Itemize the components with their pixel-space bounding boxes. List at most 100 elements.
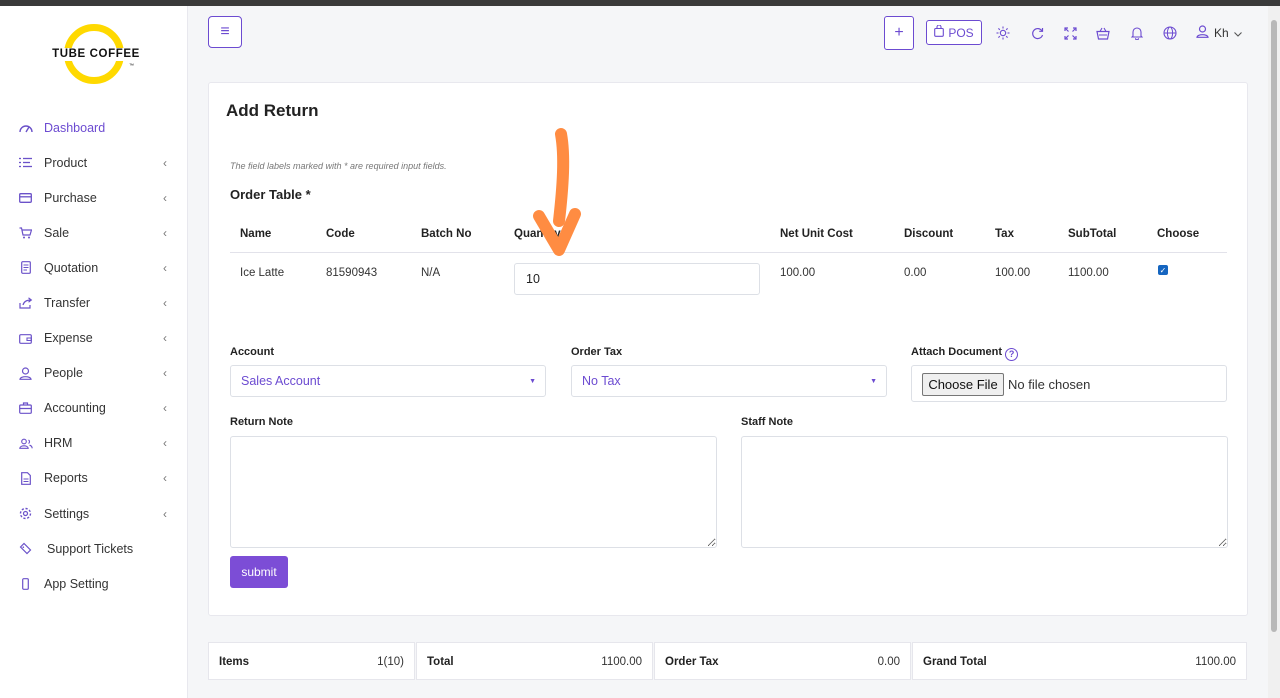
sidebar: TUBE COFFEE ™ Dashboard Product ‹ Purcha… bbox=[0, 6, 188, 698]
sidebar-item-people[interactable]: People ‹ bbox=[0, 356, 188, 391]
scrollbar-thumb[interactable] bbox=[1271, 20, 1277, 632]
attach-document-text: Attach Document bbox=[911, 346, 1003, 358]
user-menu[interactable]: Kh bbox=[1196, 25, 1242, 41]
account-select[interactable]: Sales Account ▼ bbox=[230, 365, 546, 397]
sidebar-toggle-button[interactable]: ≡ bbox=[208, 16, 242, 48]
sidebar-item-product[interactable]: Product ‹ bbox=[0, 145, 188, 180]
sidebar-item-reports[interactable]: Reports ‹ bbox=[0, 461, 188, 496]
cell-code: 81590943 bbox=[326, 267, 378, 279]
cell-discount: 0.00 bbox=[904, 267, 927, 279]
chevron-left-icon: ‹ bbox=[163, 471, 167, 486]
chevron-down-icon bbox=[1233, 26, 1242, 40]
choose-checkbox[interactable]: ✓ bbox=[1158, 265, 1168, 275]
cell-name: Ice Latte bbox=[240, 267, 285, 279]
submit-button[interactable]: submit bbox=[230, 556, 288, 588]
sidebar-item-label: Dashboard bbox=[44, 120, 106, 135]
pos-button-label: POS bbox=[948, 25, 974, 40]
sidebar-item-accounting[interactable]: Accounting ‹ bbox=[0, 391, 188, 426]
sidebar-item-support-tickets[interactable]: Support Tickets bbox=[0, 531, 188, 566]
summary-total: Total 1100.00 bbox=[416, 642, 653, 680]
gear-icon bbox=[18, 506, 33, 521]
basket-icon[interactable] bbox=[1094, 24, 1112, 42]
column-header-subtotal: SubTotal bbox=[1068, 228, 1117, 240]
cart-icon bbox=[18, 225, 33, 240]
sidebar-item-app-setting[interactable]: App Setting bbox=[0, 566, 188, 601]
order-tax-select[interactable]: No Tax ▼ bbox=[571, 365, 887, 397]
return-note-textarea[interactable] bbox=[230, 436, 717, 548]
main-content: ≡ + POS Kh Add Return The field labels m… bbox=[188, 6, 1268, 698]
sidebar-item-dashboard[interactable]: Dashboard bbox=[0, 110, 188, 145]
sidebar-item-purchase[interactable]: Purchase ‹ bbox=[0, 180, 188, 215]
summary-order-tax-value: 0.00 bbox=[877, 656, 900, 668]
summary-bar: Items 1(10) Total 1100.00 Order Tax 0.00… bbox=[208, 642, 1248, 680]
attach-document-label: Attach Document? bbox=[911, 346, 1019, 361]
table-row: Ice Latte 81590943 N/A 100.00 0.00 100.0… bbox=[230, 253, 1227, 295]
theme-sun-icon[interactable] bbox=[994, 24, 1012, 42]
sidebar-nav: Dashboard Product ‹ Purchase ‹ Sale ‹ Qu… bbox=[0, 110, 188, 601]
summary-grand-total-value: 1100.00 bbox=[1195, 656, 1236, 668]
sidebar-item-label: HRM bbox=[44, 436, 73, 451]
cell-subtotal: 1100.00 bbox=[1068, 267, 1109, 279]
chevron-left-icon: ‹ bbox=[163, 190, 167, 205]
phone-icon bbox=[18, 576, 33, 591]
order-tax-label: Order Tax bbox=[571, 346, 623, 358]
sidebar-item-sale[interactable]: Sale ‹ bbox=[0, 215, 188, 250]
ticket-icon bbox=[18, 541, 33, 556]
page-title: Add Return bbox=[226, 101, 319, 120]
return-note-label: Return Note bbox=[230, 416, 293, 428]
refresh-icon[interactable] bbox=[1028, 24, 1046, 42]
hamburger-icon: ≡ bbox=[220, 23, 230, 40]
summary-total-value: 1100.00 bbox=[601, 656, 642, 668]
dashboard-icon bbox=[18, 120, 33, 135]
help-icon[interactable]: ? bbox=[1005, 347, 1019, 361]
scrollbar[interactable] bbox=[1268, 6, 1280, 698]
choose-file-button[interactable]: Choose File bbox=[922, 373, 1004, 396]
globe-icon[interactable] bbox=[1161, 24, 1179, 42]
no-file-text: No file chosen bbox=[1008, 377, 1091, 392]
report-icon bbox=[18, 471, 33, 486]
cell-tax: 100.00 bbox=[995, 267, 1031, 279]
staff-note-label: Staff Note bbox=[741, 416, 793, 428]
briefcase-icon bbox=[18, 401, 33, 416]
summary-total-label: Total bbox=[427, 656, 454, 668]
summary-order-tax: Order Tax 0.00 bbox=[654, 642, 911, 680]
order-tax-select-value: No Tax bbox=[582, 374, 621, 388]
column-header-name: Name bbox=[240, 228, 272, 240]
column-header-tax: Tax bbox=[995, 228, 1014, 240]
add-new-button[interactable]: + bbox=[884, 16, 914, 50]
list-icon bbox=[18, 155, 33, 170]
column-header-batch: Batch No bbox=[421, 228, 472, 240]
chevron-left-icon: ‹ bbox=[163, 401, 167, 416]
sidebar-item-label: App Setting bbox=[44, 576, 109, 591]
sidebar-item-transfer[interactable]: Transfer ‹ bbox=[0, 285, 188, 320]
chevron-left-icon: ‹ bbox=[163, 506, 167, 521]
pos-button[interactable]: POS bbox=[926, 20, 982, 45]
table-header: Name Code Batch No Quantity Net Unit Cos… bbox=[230, 217, 1227, 253]
sidebar-item-hrm[interactable]: HRM ‹ bbox=[0, 426, 188, 461]
annotation-arrow-icon bbox=[533, 128, 581, 256]
attach-document-field: Choose File No file chosen bbox=[911, 365, 1227, 402]
sidebar-item-settings[interactable]: Settings ‹ bbox=[0, 496, 188, 531]
sidebar-item-expense[interactable]: Expense ‹ bbox=[0, 321, 188, 356]
sidebar-item-label: Purchase bbox=[44, 190, 97, 205]
share-icon bbox=[18, 296, 33, 311]
column-header-net-unit-cost: Net Unit Cost bbox=[780, 228, 853, 240]
cell-net-unit-cost: 100.00 bbox=[780, 267, 816, 279]
bell-icon[interactable] bbox=[1128, 24, 1146, 42]
sidebar-item-label: Product bbox=[44, 155, 88, 170]
brand-logo[interactable]: TUBE COFFEE ™ bbox=[50, 24, 142, 88]
staff-note-textarea[interactable] bbox=[741, 436, 1228, 548]
chevron-left-icon: ‹ bbox=[163, 331, 167, 346]
sidebar-item-label: Quotation bbox=[44, 260, 99, 275]
user-icon bbox=[1196, 25, 1209, 41]
sidebar-item-label: Reports bbox=[44, 471, 88, 486]
user-icon bbox=[18, 366, 33, 381]
chevron-left-icon: ‹ bbox=[163, 225, 167, 240]
fullscreen-icon[interactable] bbox=[1061, 24, 1079, 42]
quantity-input[interactable] bbox=[514, 263, 760, 295]
document-icon bbox=[18, 260, 33, 275]
sidebar-item-label: Transfer bbox=[44, 296, 91, 311]
sidebar-item-quotation[interactable]: Quotation ‹ bbox=[0, 250, 188, 285]
summary-order-tax-label: Order Tax bbox=[665, 656, 719, 668]
chevron-left-icon: ‹ bbox=[163, 366, 167, 381]
